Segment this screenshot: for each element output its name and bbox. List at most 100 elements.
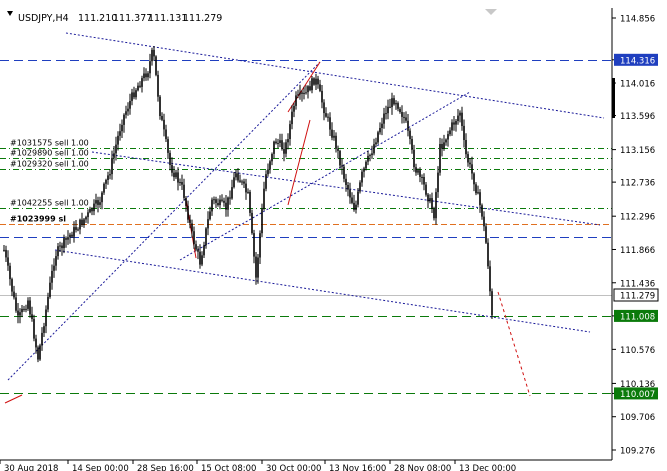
candle-body	[3, 249, 5, 251]
candle-body	[189, 219, 191, 224]
candle-body	[171, 164, 173, 173]
candle-body	[329, 117, 331, 130]
candle-body	[283, 149, 285, 154]
candle-body	[205, 228, 207, 246]
candle-body	[333, 135, 335, 138]
candle-body	[389, 106, 391, 108]
candle-body	[155, 56, 157, 75]
candle-body	[103, 183, 105, 193]
candle-body	[63, 238, 65, 249]
candle-body	[433, 209, 435, 219]
candle-body	[331, 129, 333, 138]
candle-body	[343, 166, 345, 179]
candle-body	[141, 78, 143, 87]
candle-body	[157, 74, 159, 97]
candle-body	[223, 200, 225, 203]
candle-body	[183, 184, 185, 198]
ohlc-open: 111.210	[78, 13, 117, 24]
candle-body	[453, 122, 455, 125]
price-axis: 114.856 114.316 114.016 113.596 113.156 112.7…	[612, 15, 659, 457]
scroll-thumb[interactable]	[612, 78, 615, 118]
candle-body	[301, 92, 303, 94]
candle-body	[253, 233, 255, 257]
candle-body	[159, 96, 161, 116]
candle-body	[163, 119, 165, 130]
price-chart[interactable]: #1031575 sell 1.00#1029890 sell 1.00 #102…	[0, 0, 667, 471]
candle-body	[403, 116, 405, 118]
candle-body	[255, 256, 257, 278]
price-tick-label: 111.436	[620, 279, 655, 289]
candle-body	[211, 199, 213, 212]
candle-body	[471, 164, 473, 174]
candle-body	[25, 308, 27, 310]
candle-body	[57, 246, 59, 257]
candle-body	[45, 309, 47, 327]
candle-body	[361, 171, 363, 183]
time-tick-label: 28 Sep 16:00	[137, 464, 194, 471]
candle-body	[247, 191, 249, 193]
red-segment	[4, 394, 23, 404]
candle-body	[469, 162, 471, 165]
candle-body	[457, 115, 459, 121]
candle-body	[443, 142, 445, 149]
candle-body	[23, 308, 25, 310]
candle-body	[233, 177, 235, 188]
candle-body	[279, 140, 281, 143]
candle-body	[11, 279, 13, 292]
time-tick-label: 28 Nov 08:00	[394, 464, 451, 471]
candle-body	[111, 157, 113, 175]
dropdown-arrow-icon[interactable]	[7, 11, 13, 16]
candle-body	[131, 92, 133, 101]
candle-body	[191, 223, 193, 232]
candle-body	[229, 197, 231, 199]
candle-body	[373, 144, 375, 154]
candle-body	[297, 94, 299, 96]
price-tick-label: 112.296	[620, 213, 655, 223]
candle-body	[397, 103, 399, 109]
candle-body	[43, 326, 45, 333]
trend-line	[54, 249, 591, 333]
price-tick-label: 112.736	[620, 179, 655, 189]
candle-body	[305, 92, 307, 94]
collapse-arrow-icon[interactable]	[485, 9, 497, 15]
candle-body	[391, 98, 393, 108]
ohlc-high: 111.377	[113, 13, 152, 24]
candle-body	[193, 231, 195, 245]
candle-body	[81, 219, 83, 225]
candle-body	[41, 332, 43, 346]
candle-body	[151, 49, 153, 62]
candle-body	[335, 135, 337, 149]
candle-body	[475, 184, 477, 194]
candle-body	[323, 102, 325, 114]
candle-body	[325, 113, 327, 117]
candle-body	[109, 174, 111, 176]
candle-body	[121, 124, 123, 132]
candle-body	[295, 95, 297, 106]
candle-body	[485, 226, 487, 243]
candle-body	[427, 194, 429, 202]
candle-body	[281, 140, 283, 149]
candle-body	[383, 113, 385, 124]
candle-body	[177, 172, 179, 183]
candle-body	[79, 219, 81, 230]
candle-body	[179, 182, 181, 183]
candle-body	[319, 84, 321, 91]
candle-body	[29, 300, 31, 315]
candle-body	[317, 78, 319, 85]
order-label: #1029320 sell 1.00	[10, 160, 89, 169]
candle-body	[239, 180, 241, 182]
candle-body	[415, 167, 417, 173]
candle-body	[187, 205, 189, 220]
candle-body	[5, 249, 7, 258]
candle-body	[249, 191, 251, 213]
candle-body	[289, 124, 291, 139]
candle-body	[269, 161, 271, 170]
time-tick-label: 30 Oct 00:00	[266, 464, 321, 471]
price-tick-label: 111.866	[620, 246, 655, 256]
candle-body	[231, 187, 233, 199]
candle-body	[17, 310, 19, 316]
candle-body	[421, 177, 423, 178]
candle-body	[35, 338, 37, 348]
candle-body	[287, 139, 289, 143]
red-segment	[287, 119, 311, 206]
